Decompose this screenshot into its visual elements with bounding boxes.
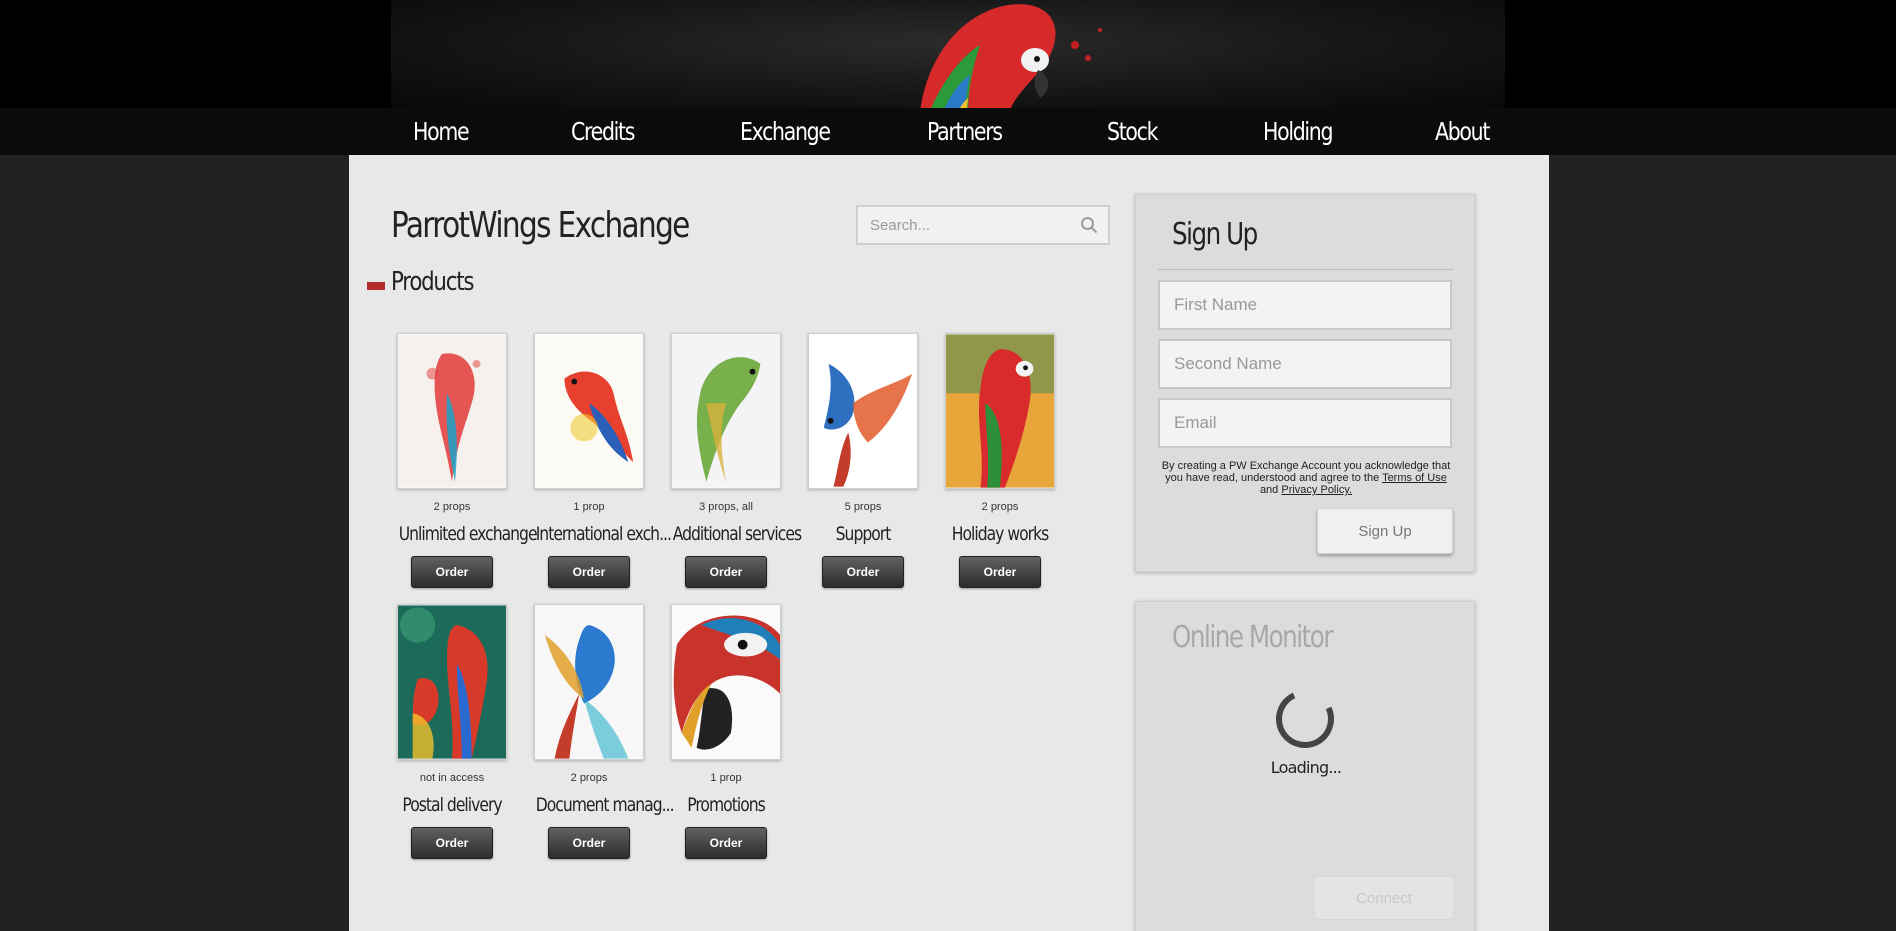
product-props: 2 props bbox=[433, 501, 471, 513]
product-image[interactable] bbox=[534, 333, 644, 489]
product-props: 1 prop bbox=[573, 501, 605, 513]
connect-button[interactable]: Connect bbox=[1314, 876, 1454, 920]
product-props: 1 prop bbox=[710, 772, 742, 784]
order-button[interactable]: Order bbox=[411, 827, 493, 859]
online-monitor-panel: Online Monitor Loading... Connect bbox=[1135, 601, 1475, 931]
product-name[interactable]: Promotions bbox=[673, 793, 780, 817]
product-card: 3 props, all Additional services Order bbox=[661, 333, 802, 588]
order-button[interactable]: Order bbox=[685, 827, 767, 859]
loading-spinner-icon bbox=[1267, 681, 1343, 757]
first-name-field[interactable] bbox=[1158, 280, 1452, 330]
product-name[interactable]: Additional services bbox=[673, 522, 802, 546]
nav-holding[interactable]: Holding bbox=[1263, 108, 1334, 155]
email-field[interactable] bbox=[1158, 398, 1452, 448]
product-image[interactable] bbox=[808, 333, 918, 489]
product-image[interactable] bbox=[397, 604, 507, 760]
second-name-field[interactable] bbox=[1158, 339, 1452, 389]
nav-home[interactable]: Home bbox=[413, 108, 470, 155]
product-name[interactable]: International exch... bbox=[536, 522, 672, 546]
product-props: 2 props bbox=[570, 772, 608, 784]
order-button[interactable]: Order bbox=[959, 556, 1041, 588]
site-header: Home Credits Exchange Partners Stock Hol… bbox=[0, 0, 1896, 155]
nav-credits[interactable]: Credits bbox=[571, 108, 635, 155]
main-content: ParrotWings Exchange Products 2 props Un… bbox=[349, 155, 1549, 931]
search-box bbox=[856, 205, 1110, 245]
section-marker bbox=[367, 282, 385, 290]
nav-exchange[interactable]: Exchange bbox=[740, 108, 831, 155]
order-button[interactable]: Order bbox=[548, 556, 630, 588]
product-image[interactable] bbox=[945, 333, 1055, 489]
product-name[interactable]: Support bbox=[810, 522, 917, 546]
order-button[interactable]: Order bbox=[548, 827, 630, 859]
privacy-policy-link[interactable]: Privacy Policy. bbox=[1281, 484, 1352, 496]
divider bbox=[1158, 269, 1454, 270]
order-button[interactable]: Order bbox=[411, 556, 493, 588]
product-image[interactable] bbox=[671, 604, 781, 760]
signup-panel: Sign Up By creating a PW Exchange Accoun… bbox=[1135, 194, 1475, 572]
product-image[interactable] bbox=[534, 604, 644, 760]
monitor-title: Online Monitor bbox=[1172, 620, 1334, 655]
product-card: 5 props Support Order bbox=[798, 333, 928, 588]
section-title-products: Products bbox=[391, 267, 474, 297]
product-card: not in access Postal delivery Order bbox=[387, 604, 517, 859]
product-props: 5 props bbox=[844, 501, 882, 513]
nav-partners[interactable]: Partners bbox=[927, 108, 1003, 155]
product-card: 2 props Document manag... Order bbox=[524, 604, 675, 859]
nav-about[interactable]: About bbox=[1435, 108, 1490, 155]
search-input[interactable] bbox=[858, 207, 1108, 243]
terms-of-use-link[interactable]: Terms of Use bbox=[1382, 472, 1447, 484]
page-title: ParrotWings Exchange bbox=[391, 205, 690, 246]
product-image[interactable] bbox=[397, 333, 507, 489]
product-name[interactable]: Postal delivery bbox=[399, 793, 506, 817]
nav-stock[interactable]: Stock bbox=[1107, 108, 1159, 155]
product-props: 2 props bbox=[981, 501, 1019, 513]
order-button[interactable]: Order bbox=[685, 556, 767, 588]
product-card: 1 prop Promotions Order bbox=[661, 604, 791, 859]
product-name[interactable]: Document manag... bbox=[536, 793, 675, 817]
product-image[interactable] bbox=[671, 333, 781, 489]
product-card: 1 prop International exch... Order bbox=[524, 333, 672, 588]
product-card: 2 props Unlimited exchange Order bbox=[387, 333, 538, 588]
product-name[interactable]: Unlimited exchange bbox=[399, 522, 538, 546]
search-icon[interactable] bbox=[1080, 216, 1098, 234]
signup-title: Sign Up bbox=[1172, 217, 1258, 252]
product-name[interactable]: Holiday works bbox=[947, 522, 1054, 546]
terms-and-text: and bbox=[1259, 484, 1279, 496]
signup-button[interactable]: Sign Up bbox=[1317, 508, 1453, 554]
product-card: 2 props Holiday works Order bbox=[935, 333, 1065, 588]
product-props: 3 props, all bbox=[699, 501, 753, 513]
main-nav: Home Credits Exchange Partners Stock Hol… bbox=[0, 108, 1896, 155]
loading-text: Loading... bbox=[1270, 758, 1342, 777]
product-props: not in access bbox=[419, 772, 485, 784]
terms-notice: By creating a PW Exchange Account you ac… bbox=[1156, 460, 1456, 496]
order-button[interactable]: Order bbox=[822, 556, 904, 588]
